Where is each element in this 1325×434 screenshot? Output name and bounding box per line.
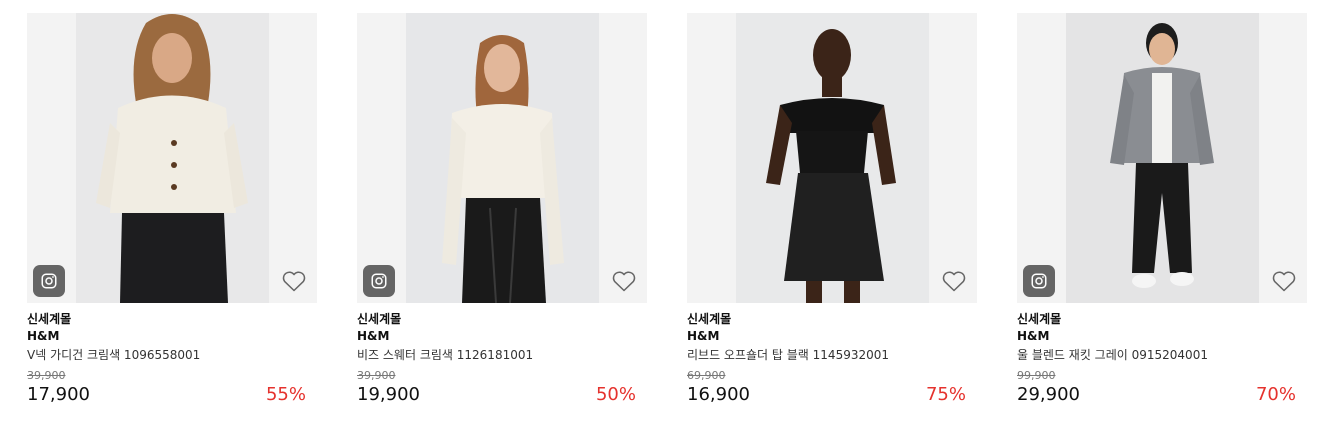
product-photo <box>1066 13 1259 303</box>
product-image-link[interactable] <box>27 13 317 303</box>
sale-price: 16,900 <box>687 384 750 405</box>
sale-price: 19,900 <box>357 384 420 405</box>
original-price: 69,900 <box>687 369 726 382</box>
heart-outline-icon[interactable] <box>611 269 637 293</box>
sale-price: 29,900 <box>1017 384 1080 405</box>
brand-name: H&M <box>687 329 720 343</box>
instagram-icon[interactable] <box>33 265 65 297</box>
product-name[interactable]: 리브드 오프숄더 탑 블랙 1145932001 <box>687 346 977 364</box>
product-card[interactable]: 신세계몰 H&M 울 블렌드 재킷 그레이 0915204001 99,900 … <box>1017 13 1307 423</box>
instagram-icon[interactable] <box>363 265 395 297</box>
product-photo <box>736 13 929 303</box>
heart-outline-icon[interactable] <box>281 269 307 293</box>
brand-name: H&M <box>357 329 390 343</box>
product-card[interactable]: 신세계몰 H&M 비즈 스웨터 크림색 1126181001 39,900 19… <box>357 13 647 423</box>
product-info: 신세계몰 H&M 리브드 오프숄더 탑 블랙 1145932001 69,900… <box>687 311 977 405</box>
product-grid: 신세계몰 H&M V넥 가디건 크림색 1096558001 39,900 17… <box>0 0 1325 434</box>
product-info: 신세계몰 H&M 울 블렌드 재킷 그레이 0915204001 99,900 … <box>1017 311 1307 405</box>
discount-rate: 70% <box>1255 384 1296 405</box>
original-price: 99,900 <box>1017 369 1056 382</box>
sale-price: 17,900 <box>27 384 90 405</box>
product-image-link[interactable] <box>687 13 977 303</box>
discount-rate: 55% <box>265 384 306 405</box>
discount-rate: 75% <box>925 384 966 405</box>
product-name[interactable]: 비즈 스웨터 크림색 1126181001 <box>357 346 647 364</box>
brand-name: H&M <box>27 329 60 343</box>
product-info: 신세계몰 H&M 비즈 스웨터 크림색 1126181001 39,900 19… <box>357 311 647 405</box>
brand-name: H&M <box>1017 329 1050 343</box>
original-price: 39,900 <box>357 369 396 382</box>
product-card[interactable]: 신세계몰 H&M V넥 가디건 크림색 1096558001 39,900 17… <box>27 13 317 423</box>
product-image-link[interactable] <box>1017 13 1307 303</box>
product-card[interactable]: 신세계몰 H&M 리브드 오프숄더 탑 블랙 1145932001 69,900… <box>687 13 977 423</box>
product-photo <box>406 13 599 303</box>
discount-rate: 50% <box>595 384 636 405</box>
product-name[interactable]: V넥 가디건 크림색 1096558001 <box>27 346 317 364</box>
mall-name: 신세계몰 <box>27 312 72 326</box>
product-photo <box>76 13 269 303</box>
mall-name: 신세계몰 <box>1017 312 1062 326</box>
product-info: 신세계몰 H&M V넥 가디건 크림색 1096558001 39,900 17… <box>27 311 317 405</box>
heart-outline-icon[interactable] <box>941 269 967 293</box>
mall-name: 신세계몰 <box>357 312 402 326</box>
heart-outline-icon[interactable] <box>1271 269 1297 293</box>
product-image-link[interactable] <box>357 13 647 303</box>
mall-name: 신세계몰 <box>687 312 732 326</box>
product-name[interactable]: 울 블렌드 재킷 그레이 0915204001 <box>1017 346 1307 364</box>
instagram-icon[interactable] <box>1023 265 1055 297</box>
original-price: 39,900 <box>27 369 66 382</box>
